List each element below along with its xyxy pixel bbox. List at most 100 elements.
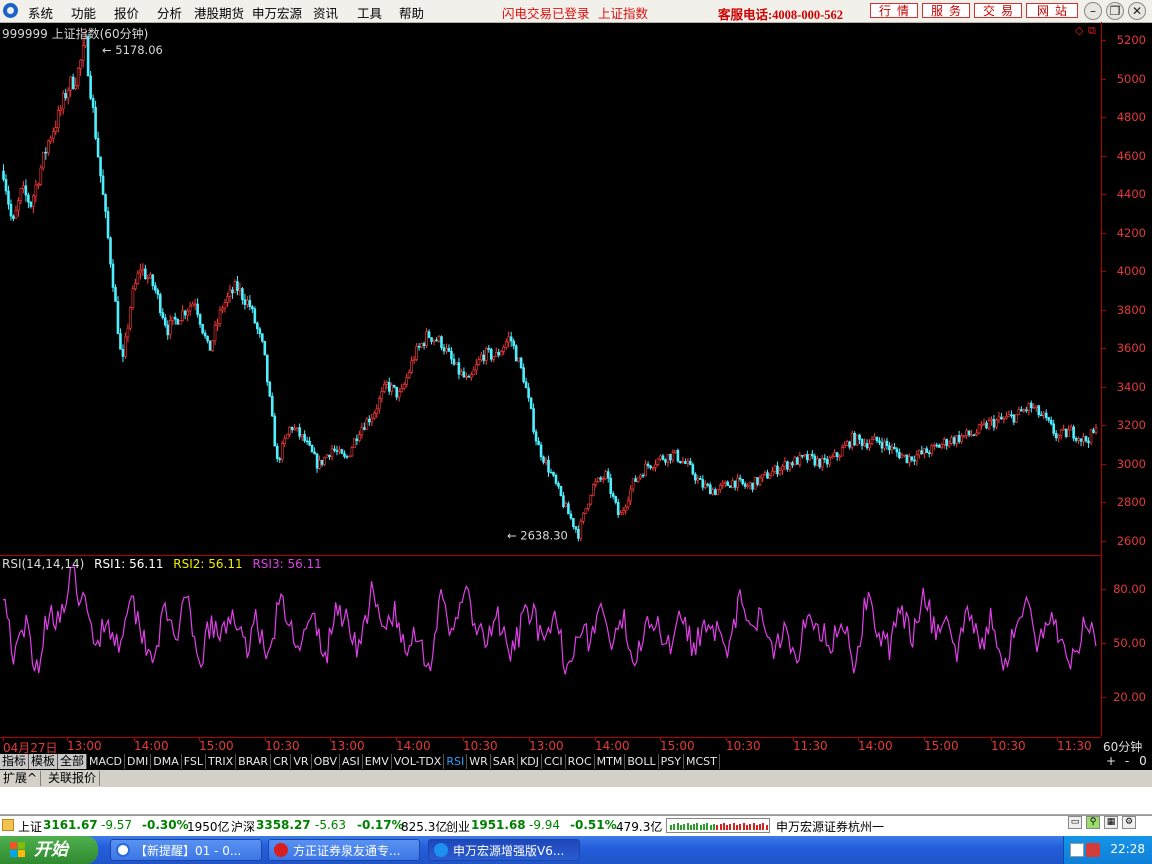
tab-obv[interactable]: OBV — [312, 754, 340, 769]
menu-system[interactable]: 系统 — [28, 3, 53, 22]
candle-body — [91, 98, 95, 108]
candle-body — [995, 419, 998, 428]
diamond-icon[interactable]: ◇ — [1075, 24, 1083, 37]
close-icon[interactable]: ✕ — [1128, 2, 1146, 20]
candle-body — [980, 423, 983, 426]
candle-body — [407, 371, 411, 378]
candle-body — [9, 203, 13, 217]
task-browser[interactable]: 【新提醒】01 - 0... — [110, 839, 262, 861]
tab-trix[interactable]: TRIX — [206, 754, 237, 769]
candle-body — [711, 489, 715, 495]
candle-body — [129, 307, 132, 329]
candle-body — [305, 440, 309, 443]
candle-body — [853, 432, 856, 446]
tab-fsl[interactable]: FSL — [182, 754, 206, 769]
rsi-axis: 80.00 50.00 20.00 — [1101, 556, 1152, 736]
zoom-out-button[interactable]: - — [1120, 754, 1134, 769]
tab-psy[interactable]: PSY — [659, 754, 684, 769]
price-tick-label: 5200 — [1116, 33, 1146, 47]
flash-trade-status[interactable]: 闪电交易已登录 — [502, 3, 590, 22]
menu-function[interactable]: 功能 — [71, 3, 96, 22]
tab-macd[interactable]: MACD — [87, 754, 126, 769]
tab-rsi[interactable]: RSI — [444, 754, 468, 769]
tab-vol-tdx[interactable]: VOL-TDX — [392, 754, 445, 769]
task-swhy[interactable]: 申万宏源增强版V6... — [428, 839, 580, 861]
menu-help[interactable]: 帮助 — [399, 3, 424, 22]
tab-sar[interactable]: SAR — [491, 754, 519, 769]
tab-all[interactable]: 全部 — [58, 754, 88, 769]
reset-button[interactable]: 0 — [1136, 754, 1150, 769]
tab-asi[interactable]: ASI — [340, 754, 363, 769]
rsi3-line — [2, 566, 1097, 675]
menu-swhy[interactable]: 申万宏源 — [252, 3, 302, 22]
settings-icon[interactable]: ⚙ — [1122, 816, 1136, 829]
tab-dmi[interactable]: DMI — [125, 754, 152, 769]
candle-body — [654, 464, 657, 468]
candle-body — [1092, 429, 1095, 433]
candle-body — [186, 310, 189, 316]
quotes-button[interactable]: 行情 — [870, 3, 918, 18]
security-icon[interactable] — [1086, 843, 1100, 857]
clock[interactable]: 22:28 — [1110, 842, 1145, 856]
message-icon[interactable]: ▭ — [1068, 816, 1082, 829]
menu-tools[interactable]: 工具 — [357, 3, 382, 22]
related-quotes-tab[interactable]: 关联报价 — [45, 771, 101, 786]
tab-dma[interactable]: DMA — [151, 754, 182, 769]
tab-cci[interactable]: CCI — [542, 754, 566, 769]
minimize-icon[interactable]: – — [1084, 2, 1102, 20]
app-logo-icon[interactable] — [3, 3, 18, 18]
price-chart[interactable]: ← 5178.06 ← 2638.30 — [0, 22, 1101, 555]
candle-body — [825, 459, 829, 465]
tab-brar[interactable]: BRAR — [236, 754, 272, 769]
candle-body — [410, 360, 413, 373]
expand-tab[interactable]: 扩展^ — [0, 771, 42, 786]
candle-body — [353, 438, 356, 449]
lock-icon[interactable] — [2, 819, 14, 831]
tab-template[interactable]: 模板 — [29, 754, 59, 769]
menu-quote[interactable]: 报价 — [114, 3, 139, 22]
tab-cr[interactable]: CR — [271, 754, 292, 769]
tab-indicator[interactable]: 指标 — [0, 754, 30, 769]
current-symbol-link[interactable]: 上证指数 — [598, 3, 648, 22]
tab-mtm[interactable]: MTM — [595, 754, 626, 769]
candle-body — [370, 417, 374, 423]
candle-body — [238, 288, 242, 291]
candle-body — [293, 427, 296, 431]
flag-icon[interactable] — [1070, 843, 1084, 857]
menu-analysis[interactable]: 分析 — [157, 3, 182, 22]
tab-emv[interactable]: EMV — [363, 754, 392, 769]
candle-body — [440, 336, 443, 348]
candle-body — [830, 456, 834, 459]
trade-button[interactable]: 交易 — [974, 3, 1022, 18]
menu-hk-futures[interactable]: 港股期货 — [194, 3, 244, 22]
connection-icon[interactable]: ⚲ — [1086, 816, 1100, 829]
website-button[interactable]: 网站 — [1026, 3, 1078, 18]
start-button[interactable]: 开始 — [0, 836, 98, 864]
candle-body — [778, 469, 782, 475]
window-icon[interactable]: ⧉ — [1088, 24, 1096, 38]
tab-wr[interactable]: WR — [467, 754, 491, 769]
candle-body — [743, 483, 747, 487]
breadth-bar — [683, 824, 686, 830]
hs-name: 沪深 — [231, 820, 256, 834]
candle-body — [848, 441, 851, 448]
network-icon[interactable]: ▦ — [1104, 816, 1118, 829]
candle-body — [442, 347, 446, 352]
candle-body — [19, 188, 23, 201]
tab-vr[interactable]: VR — [291, 754, 312, 769]
task-founder[interactable]: 方正证券泉友通专... — [268, 839, 420, 861]
tab-kdj[interactable]: KDJ — [518, 754, 543, 769]
tab-roc[interactable]: ROC — [566, 754, 595, 769]
restore-icon[interactable]: ❐ — [1106, 2, 1124, 20]
tab-boll[interactable]: BOLL — [625, 754, 659, 769]
candle-body — [835, 452, 839, 457]
candle-body — [567, 503, 570, 515]
rsi-tick-label: 80.00 — [1113, 582, 1146, 596]
candle-body — [582, 512, 585, 522]
zoom-in-button[interactable]: + — [1104, 754, 1118, 769]
rsi-chart[interactable] — [0, 556, 1101, 736]
menu-news[interactable]: 资讯 — [313, 3, 338, 22]
service-button[interactable]: 服务 — [922, 3, 970, 18]
candle-body — [455, 362, 458, 365]
tab-mcst[interactable]: MCST — [684, 754, 720, 769]
